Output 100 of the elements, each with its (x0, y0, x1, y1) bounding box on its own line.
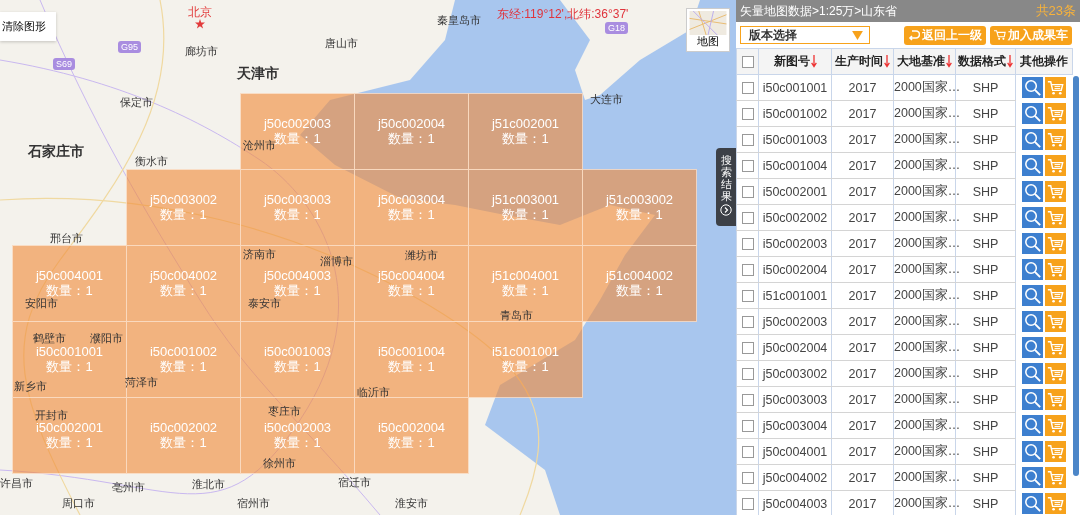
clear-shapes-button[interactable]: 清除图形 (0, 12, 56, 41)
search-icon[interactable] (1022, 336, 1044, 358)
cart-icon[interactable] (1045, 232, 1067, 254)
sheet-count: 数量：1 (274, 131, 321, 146)
row-checkbox[interactable] (741, 472, 754, 485)
search-icon[interactable] (1022, 258, 1044, 280)
row-checkbox[interactable] (741, 238, 754, 251)
sortable-column-header[interactable]: 数据格式 (955, 48, 1016, 75)
sheet-code: i50c002004 (377, 420, 446, 435)
map-grid-cell[interactable]: j51c003001 数量：1 (468, 169, 583, 246)
row-checkbox[interactable] (741, 368, 754, 381)
search-icon[interactable] (1022, 128, 1044, 150)
back-button[interactable]: 返回上一级 (904, 25, 986, 45)
cart-icon[interactable] (1045, 258, 1067, 280)
row-checkbox[interactable] (741, 446, 754, 459)
sheet-code: j51c004001 (491, 268, 560, 283)
city-label: 邢台市 (50, 232, 83, 245)
map-grid-cell[interactable]: i50c002002 数量：1 (126, 397, 241, 474)
city-label: 唐山市 (325, 37, 358, 50)
table-cell: j50c002004 (758, 334, 832, 361)
row-checkbox[interactable] (741, 108, 754, 121)
row-checkbox[interactable] (741, 290, 754, 303)
search-icon[interactable] (1022, 232, 1044, 254)
cart-icon[interactable] (1045, 154, 1067, 176)
map-grid-cell[interactable]: j50c003002 数量：1 (126, 169, 241, 246)
city-label: 鹤壁市 (33, 332, 66, 345)
sheet-count: 数量：1 (160, 207, 207, 222)
city-label: 淄博市 (320, 255, 353, 268)
map-grid-cell[interactable]: i51c001001 数量：1 (468, 321, 583, 398)
row-checkbox[interactable] (741, 134, 754, 147)
search-icon[interactable] (1022, 466, 1044, 488)
map-grid-cell[interactable]: j51c002001 数量：1 (468, 93, 583, 170)
cart-icon[interactable] (1045, 77, 1067, 98)
cart-icon[interactable] (1045, 284, 1067, 306)
row-checkbox[interactable] (741, 212, 754, 225)
city-label: 亳州市 (112, 481, 145, 494)
cart-icon[interactable] (1045, 440, 1067, 462)
map-grid-cell[interactable]: j50c004002 数量：1 (126, 245, 241, 322)
cart-icon[interactable] (1045, 102, 1067, 124)
cart-icon[interactable] (1045, 466, 1067, 488)
city-label: 淮安市 (395, 497, 428, 510)
search-icon[interactable] (1022, 440, 1044, 462)
row-checkbox[interactable] (741, 186, 754, 199)
row-checkbox[interactable] (741, 316, 754, 329)
map-grid-cell[interactable]: j51c003002 数量：1 (582, 169, 697, 246)
add-to-cart-button[interactable]: 加入成果车 (990, 25, 1072, 45)
row-checkbox[interactable] (741, 264, 754, 277)
city-label: 新乡市 (14, 380, 47, 393)
scrollbar-thumb[interactable] (1073, 76, 1079, 476)
table-cell: 2017 (831, 464, 894, 491)
column-header[interactable]: 其他操作 (1015, 48, 1073, 75)
search-icon[interactable] (1022, 310, 1044, 332)
map-grid-cell[interactable]: i50c002004 数量：1 (354, 397, 469, 474)
cart-icon[interactable] (1045, 388, 1067, 410)
sortable-column-header[interactable]: 大地基准 (893, 48, 956, 75)
map-thumbnail-icon (689, 11, 727, 35)
search-icon[interactable] (1022, 492, 1044, 514)
table-cell: 2017 (831, 386, 894, 413)
search-icon[interactable] (1022, 77, 1044, 98)
cart-icon[interactable] (1045, 492, 1067, 514)
map-grid-cell[interactable]: i50c001003 数量：1 (240, 321, 355, 398)
cart-icon[interactable] (1045, 310, 1067, 332)
row-checkbox[interactable] (741, 160, 754, 173)
city-label: 大连市 (590, 93, 623, 106)
search-icon[interactable] (1022, 154, 1044, 176)
base-map-button[interactable]: 地图 (686, 8, 730, 52)
row-checkbox[interactable] (741, 420, 754, 433)
search-icon[interactable] (1022, 362, 1044, 384)
cart-icon[interactable] (1045, 362, 1067, 384)
cart-icon[interactable] (1045, 180, 1067, 202)
table-cell: 2017 (831, 126, 894, 153)
map-grid-cell[interactable]: j50c002004 数量：1 (354, 93, 469, 170)
search-icon[interactable] (1022, 388, 1044, 410)
row-checkbox[interactable] (741, 394, 754, 407)
city-label: 菏泽市 (125, 376, 158, 389)
map-grid-cell[interactable]: j51c004002 数量：1 (582, 245, 697, 322)
row-checkbox[interactable] (741, 498, 754, 511)
select-all-checkbox[interactable] (741, 56, 754, 68)
search-icon[interactable] (1022, 102, 1044, 124)
search-results-tab[interactable]: 搜索结果 (716, 148, 736, 226)
sortable-column-header[interactable]: 生产时间 (831, 48, 894, 75)
cart-icon[interactable] (1045, 336, 1067, 358)
search-icon[interactable] (1022, 284, 1044, 306)
sheet-code: j51c003001 (491, 192, 560, 207)
search-icon[interactable] (1022, 180, 1044, 202)
search-icon[interactable] (1022, 414, 1044, 436)
row-checkbox[interactable] (741, 342, 754, 355)
map-grid-cell[interactable]: j50c003004 数量：1 (354, 169, 469, 246)
sortable-column-header[interactable]: 新图号 (758, 48, 832, 75)
return-arrow-icon (908, 29, 920, 41)
search-icon[interactable] (1022, 206, 1044, 228)
row-checkbox[interactable] (741, 82, 754, 95)
cart-icon[interactable] (1045, 128, 1067, 150)
star-icon (195, 19, 205, 29)
cart-icon[interactable] (1045, 414, 1067, 436)
map-grid-cell[interactable]: j50c003003 数量：1 (240, 169, 355, 246)
city-label: 北京 (188, 6, 212, 19)
version-dropdown[interactable]: 版本选择 (740, 26, 870, 44)
cart-icon[interactable] (1045, 206, 1067, 228)
city-label: 青岛市 (500, 309, 533, 322)
